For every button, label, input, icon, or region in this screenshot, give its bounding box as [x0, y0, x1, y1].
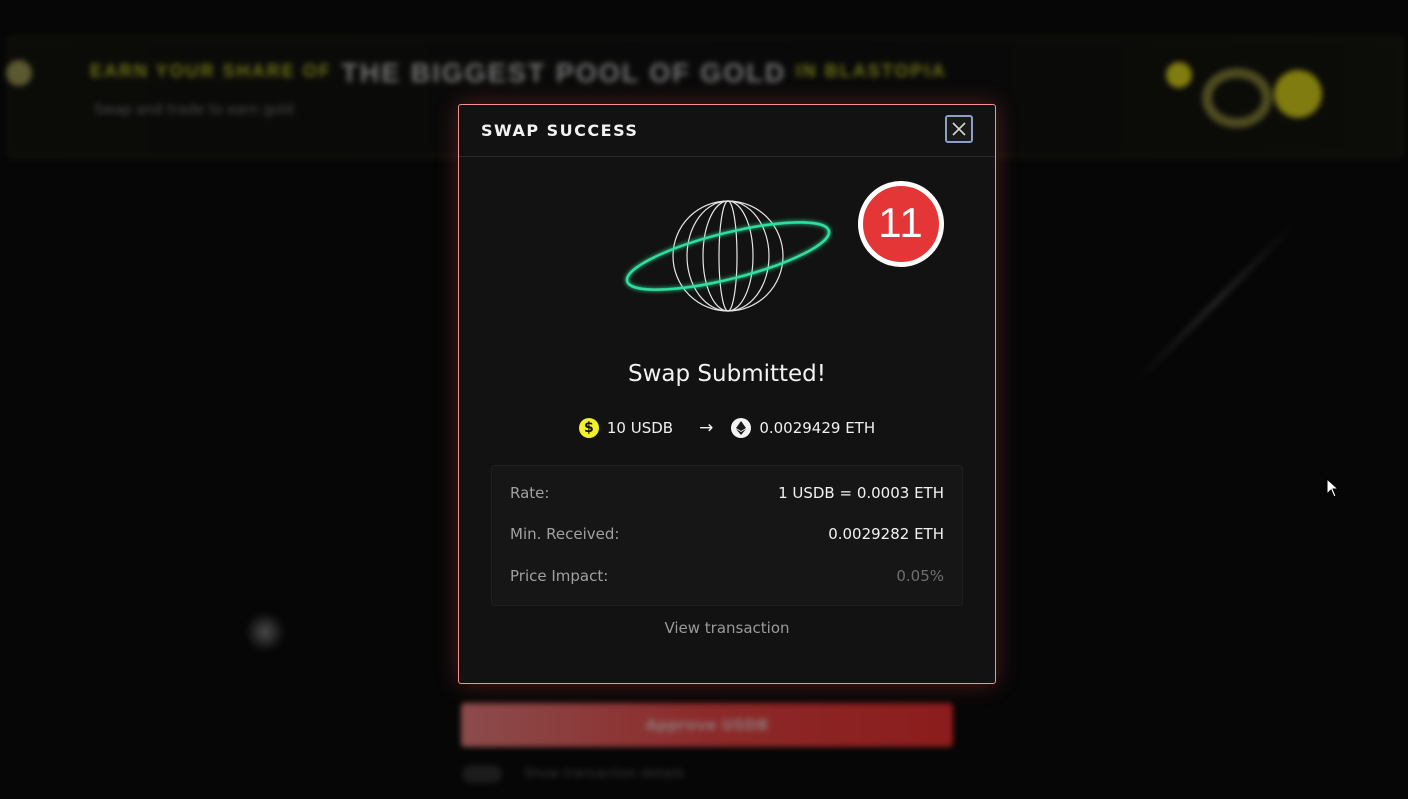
rate-value: 1 USDB = 0.0003 ETH — [778, 484, 944, 502]
swap-summary: $ 10 USDB → 0.0029429 ETH — [459, 418, 995, 438]
arrow-right-icon: → — [699, 418, 714, 438]
to-amount: 0.0029429 ETH — [759, 419, 876, 437]
rate-row: Rate: 1 USDB = 0.0003 ETH — [510, 484, 944, 504]
planet-illustration — [625, 200, 831, 312]
step-number-badge: 11 — [858, 181, 944, 267]
usdb-token-icon: $ — [578, 418, 599, 438]
from-amount: 10 USDB — [606, 419, 674, 437]
swap-submitted-heading: Swap Submitted! — [628, 361, 826, 387]
price-impact-value: 0.05% — [896, 567, 944, 585]
mouse-cursor-icon — [1326, 478, 1340, 498]
min-received-label: Min. Received: — [510, 525, 620, 543]
view-transaction-link[interactable]: View transaction — [459, 619, 995, 637]
rate-label: Rate: — [510, 484, 550, 502]
price-impact-row: Price Impact: 0.05% — [510, 567, 944, 587]
price-impact-label: Price Impact: — [510, 567, 609, 585]
swap-success-modal: SWAP SUCCESS 11 Swap Submitted! $ 10 USD… — [458, 104, 996, 684]
min-received-row: Min. Received: 0.0029282 ETH — [510, 525, 944, 545]
modal-title: SWAP SUCCESS — [481, 121, 639, 140]
eth-token-icon — [731, 418, 752, 438]
modal-header: SWAP SUCCESS — [459, 105, 995, 157]
close-icon — [952, 122, 966, 136]
close-button[interactable] — [945, 115, 973, 143]
min-received-value: 0.0029282 ETH — [828, 525, 944, 543]
swap-details-panel: Rate: 1 USDB = 0.0003 ETH Min. Received:… — [491, 465, 963, 606]
